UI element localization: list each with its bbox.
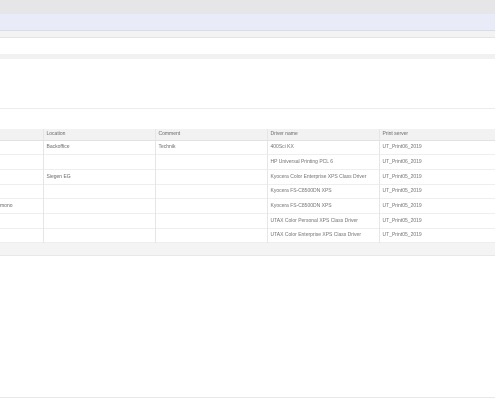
cell-driver-name: UTAX Color Personal XPS Class Driver xyxy=(266,213,379,229)
table-header-row: Location Comment Driver name Print serve… xyxy=(0,129,495,141)
printer-table: Location Comment Driver name Print serve… xyxy=(0,129,495,257)
cell-comment xyxy=(154,198,267,214)
cell-print-server: UT_Print05_2019 xyxy=(378,169,495,185)
cell-comment xyxy=(154,169,267,185)
cell-print-server: UT_Print05_2019 xyxy=(378,213,495,229)
table-row[interactable]: UTAX Color Personal XPS Class Driver UT_… xyxy=(0,213,495,229)
navigation-bar xyxy=(0,14,495,31)
cell-name xyxy=(0,184,43,199)
cell-print-server: UT_Print05_2019 xyxy=(378,228,495,243)
cell-print-server: UT_Print06_2019 xyxy=(378,154,495,170)
filter-bar[interactable] xyxy=(0,37,495,55)
table-row[interactable]: Backoffice Technik 400Sci KX UT_Print06_… xyxy=(0,140,495,155)
cell-name: mono xyxy=(0,203,13,210)
cell-comment: Technik xyxy=(154,140,267,155)
cell-name xyxy=(0,155,43,170)
section-divider xyxy=(0,108,495,109)
table-row[interactable]: UTAX Color Enterprise XPS Class Driver U… xyxy=(0,228,495,243)
cell-driver-name: UTAX Color Enterprise XPS Class Driver xyxy=(266,228,379,243)
cell-comment xyxy=(154,213,267,229)
cell-comment xyxy=(154,184,267,199)
cell-location xyxy=(42,184,155,199)
top-bar xyxy=(0,0,495,14)
column-header-comment[interactable]: Comment xyxy=(154,129,267,141)
cell-location xyxy=(42,198,155,214)
cell-location: Backoffice xyxy=(42,140,155,155)
table-row[interactable]: Siegen EG Kyocera Color Enterprise XPS C… xyxy=(0,169,495,185)
table-footer xyxy=(0,243,495,257)
column-header-location[interactable]: Location xyxy=(42,129,155,141)
cell-location: Siegen EG xyxy=(42,169,155,185)
cell-print-server: UT_Print05_2019 xyxy=(378,184,495,199)
cell-location xyxy=(42,228,155,243)
table-row[interactable]: HP Universal Printing PCL 6 UT_Print06_2… xyxy=(0,154,495,170)
cell-name xyxy=(0,169,43,184)
cell-driver-name: Kyocera Color Enterprise XPS Class Drive… xyxy=(266,169,379,185)
cell-driver-name: Kyocera FS-C8500DN XPS xyxy=(266,198,379,214)
cell-comment xyxy=(154,228,267,243)
cell-driver-name: 400Sci KX xyxy=(266,140,379,155)
cell-name xyxy=(0,228,43,243)
column-header-print-server[interactable]: Print server xyxy=(378,129,495,141)
table-row[interactable]: mono Kyocera FS-C8500DN XPS UT_Print05_2… xyxy=(0,198,495,214)
cell-comment xyxy=(154,154,267,170)
cell-print-server: UT_Print06_2019 xyxy=(378,140,495,155)
cell-driver-name: Kyocera FS-C8500DN XPS xyxy=(266,184,379,199)
cell-location xyxy=(42,154,155,170)
cell-location xyxy=(42,213,155,229)
toolbar-shadow xyxy=(0,54,495,59)
cell-name xyxy=(0,213,43,228)
bottom-divider xyxy=(0,397,495,398)
table-row[interactable]: Kyocera FS-C8500DN XPS UT_Print05_2019 xyxy=(0,184,495,199)
cell-name xyxy=(0,140,43,155)
column-header-driver-name[interactable]: Driver name xyxy=(266,129,379,141)
cell-print-server: UT_Print05_2019 xyxy=(378,198,495,214)
column-header-name[interactable] xyxy=(0,129,43,141)
cell-driver-name: HP Universal Printing PCL 6 xyxy=(266,154,379,170)
